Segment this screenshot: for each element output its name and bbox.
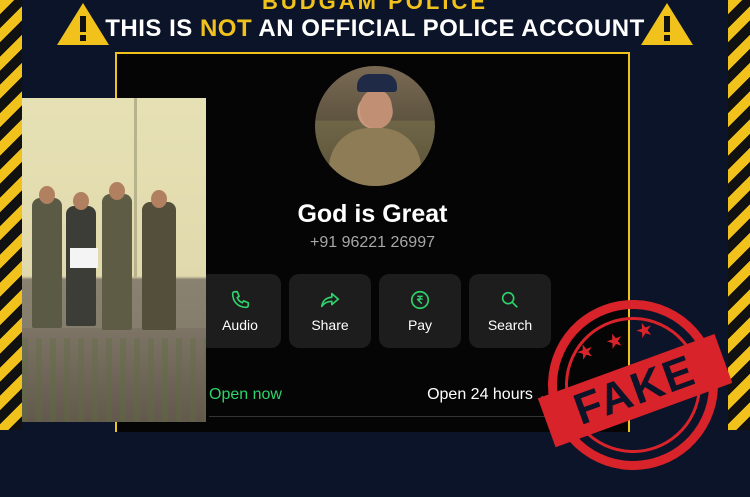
share-button[interactable]: Share xyxy=(289,274,371,348)
divider xyxy=(209,416,549,417)
share-arrow-icon xyxy=(320,292,340,308)
profile-avatar[interactable] xyxy=(315,66,435,186)
warning-highlight: NOT xyxy=(199,15,253,42)
hazard-stripe-right xyxy=(728,0,750,430)
search-icon xyxy=(501,291,518,308)
share-label: Share xyxy=(311,317,349,333)
arrest-photo xyxy=(22,98,206,422)
warning-text: THIS IS NOT AN OFFICIAL POLICE ACCOUNT xyxy=(105,15,645,42)
hazard-stripe-left xyxy=(0,0,22,430)
pay-button[interactable]: Pay xyxy=(379,274,461,348)
search-button[interactable]: Search xyxy=(469,274,551,348)
rupee-icon xyxy=(410,290,430,310)
action-buttons: Audio Share Pay Search xyxy=(199,274,551,348)
pay-label: Pay xyxy=(407,317,433,333)
placard xyxy=(70,248,98,268)
open-hours: Open 24 hours xyxy=(427,386,533,403)
business-hours-row[interactable]: Open now Open 24 hours⌄ xyxy=(209,382,549,408)
audio-label: Audio xyxy=(222,317,258,333)
open-status: Open now xyxy=(209,386,282,403)
phone-icon xyxy=(231,290,250,309)
warning-banner: THIS IS NOT AN OFFICIAL POLICE ACCOUNT xyxy=(0,8,750,50)
audio-button[interactable]: Audio xyxy=(199,274,281,348)
search-label: Search xyxy=(487,317,533,333)
